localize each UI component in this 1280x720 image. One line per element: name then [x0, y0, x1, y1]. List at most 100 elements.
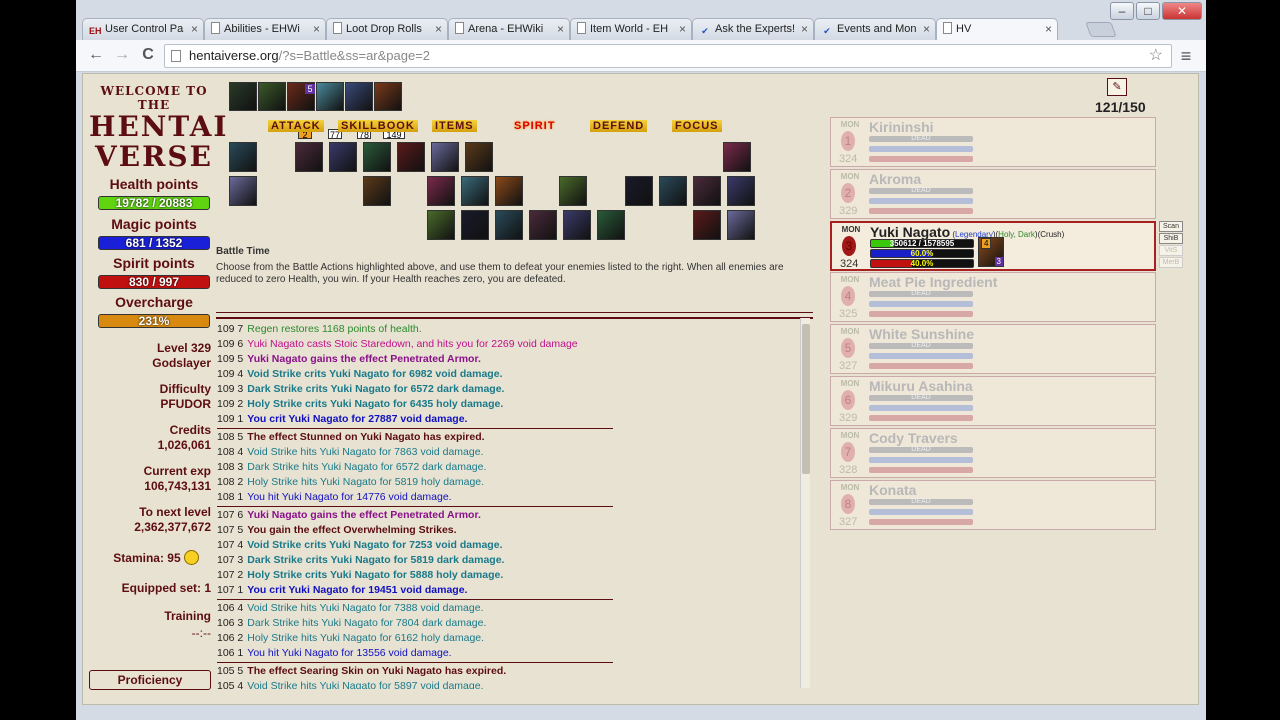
skill-icon[interactable] [461, 210, 489, 240]
monster-name-text: Mikuru Asahina [869, 378, 973, 394]
log-turn-number: 109 4 [217, 368, 244, 380]
skill-icon[interactable] [495, 210, 523, 240]
new-tab-button[interactable] [1085, 22, 1117, 37]
tab-close-icon[interactable]: × [435, 19, 442, 40]
tab-close-icon[interactable]: × [191, 19, 198, 40]
tab-close-icon[interactable]: × [557, 19, 564, 40]
tab-6[interactable]: ✔ Events and Mon × [814, 18, 936, 40]
log-scrollbar[interactable] [800, 318, 810, 688]
skill-icon[interactable] [727, 176, 755, 206]
browser-window: – □ ✕ EH User Control Pa × Abilities - EHWi… [76, 0, 1206, 720]
tab-5[interactable]: ✔ Ask the Experts! × [692, 18, 814, 40]
skill-icon[interactable] [427, 210, 455, 240]
quickbar-slot-icon[interactable] [258, 82, 286, 111]
skill-icon[interactable] [727, 210, 755, 240]
monster-action-vits-button[interactable]: VitS [1159, 245, 1183, 256]
star-icon[interactable]: ☆ [1149, 45, 1163, 67]
category-spirit[interactable]: SPIRIT [511, 120, 558, 132]
tab-close-icon[interactable]: × [801, 19, 808, 40]
monster-sp-bar [869, 311, 973, 318]
monster-dead-bar: DEAD [869, 135, 973, 142]
skill-icon[interactable] [295, 142, 323, 172]
monster-hp-bar: 350612 / 1578595 [870, 238, 974, 248]
quickbar-slot-icon[interactable] [316, 82, 344, 111]
monster-number-icon: 3 [842, 235, 856, 256]
reload-button[interactable]: C [138, 46, 158, 64]
skill-icon[interactable] [461, 176, 489, 206]
tab-2[interactable]: Loot Drop Rolls × [326, 18, 448, 40]
tab-0[interactable]: EH User Control Pa × [82, 18, 204, 40]
skill-icon[interactable] [229, 176, 257, 206]
back-button[interactable]: ← [86, 46, 106, 64]
credits-value: 1,026,061 [157, 438, 211, 452]
monster-effect-icon[interactable]: 43 [978, 236, 1004, 267]
skill-icon[interactable] [659, 176, 687, 206]
battle-time-title: Battle Time [216, 246, 270, 257]
monster-4[interactable]: MON 4 325 Meat Pie Ingredient DEAD [830, 272, 1156, 323]
address-bar[interactable]: hentaiverse.org/?s=Battle&ss=ar&page=2 ☆ [164, 44, 1172, 68]
tab-7[interactable]: HV × [936, 18, 1058, 40]
monster-action-scan-button[interactable]: Scan [1159, 221, 1183, 232]
skill-icon[interactable] [693, 176, 721, 206]
tab-4[interactable]: Item World - EH × [570, 18, 692, 40]
skill-icon[interactable] [465, 142, 493, 172]
tab-close-icon[interactable]: × [679, 19, 686, 40]
skill-icon[interactable] [495, 176, 523, 206]
skill-icon[interactable] [529, 210, 557, 240]
skill-icon[interactable] [431, 142, 459, 172]
quickbar-slot-icon[interactable] [374, 82, 402, 111]
skill-icon[interactable] [559, 176, 587, 206]
monster-tags: (Legendary)(Holy, Dark)(Crush) [950, 229, 1065, 239]
skill-icon[interactable] [723, 142, 751, 172]
skill-icon[interactable] [329, 142, 357, 172]
monster-6[interactable]: MON 6 329 Mikuru Asahina DEAD [830, 376, 1156, 426]
monster-tag: MON [840, 120, 860, 129]
monster-1[interactable]: MON 1 324 Kirininshi DEAD [830, 117, 1156, 167]
monster-action-merb-button[interactable]: MerB [1159, 257, 1183, 268]
tab-close-icon[interactable]: × [313, 19, 320, 40]
quickbar-slot-icon[interactable] [345, 82, 373, 111]
quickbar-slot-icon[interactable] [229, 82, 257, 111]
overcharge-label: Overcharge [115, 294, 193, 310]
category-skillbook[interactable]: SKILLBOOK [338, 120, 418, 132]
skill-icon[interactable] [693, 210, 721, 240]
monster-7[interactable]: MON 7 328 Cody Travers DEAD [830, 427, 1156, 478]
settings-wrench-icon[interactable]: ✎ [1107, 78, 1127, 96]
eh-favicon-icon: EH [89, 26, 102, 36]
skill-icon[interactable] [397, 142, 425, 172]
tab-close-icon[interactable]: × [1045, 19, 1052, 40]
forward-button[interactable]: → [112, 46, 132, 64]
stamina-text: Stamina: 95 [83, 550, 199, 566]
skill-icon[interactable] [229, 142, 257, 172]
log-turn-number: 109 1 [217, 413, 244, 425]
tab-label: Abilities - EHWi [224, 23, 300, 35]
log-entry: 107 1 You crit Yuki Nagato for 19451 void… [217, 583, 467, 597]
tab-1[interactable]: Abilities - EHWi × [204, 18, 326, 40]
credits-label: Credits [169, 423, 211, 437]
proficiency-button[interactable]: Proficiency [89, 670, 211, 690]
category-defend[interactable]: DEFEND [590, 120, 648, 132]
monster-3[interactable]: MON 3 324 Yuki Nagato (Legendary)(Holy, Dar… [830, 220, 1156, 271]
skill-icon[interactable] [363, 142, 391, 172]
log-entry: 107 2 Holy Strike crits Yuki Nagato for 5… [217, 568, 503, 582]
skill-icon[interactable] [363, 176, 391, 206]
category-attack[interactable]: ATTACK [268, 120, 324, 132]
skill-icon[interactable] [597, 210, 625, 240]
monster-2[interactable]: MON 2 329 Akroma DEAD [830, 168, 1156, 219]
skill-icon[interactable] [625, 176, 653, 206]
monster-8[interactable]: MON 8 327 Konata DEAD [830, 479, 1156, 530]
scrollbar-thumb[interactable] [802, 324, 810, 474]
category-items[interactable]: ITEMS [432, 120, 477, 132]
monster-action-shib-button[interactable]: ShiB [1159, 233, 1183, 244]
tab-close-icon[interactable]: × [923, 19, 930, 40]
tab-label: Loot Drop Rolls [346, 23, 422, 35]
category-focus[interactable]: FOCUS [672, 120, 722, 132]
tab-3[interactable]: Arena - EHWiki × [448, 18, 570, 40]
skill-icon[interactable] [563, 210, 591, 240]
monster-5[interactable]: MON 5 327 White Sunshine DEAD [830, 324, 1156, 375]
menu-button[interactable]: ≡ [1176, 46, 1196, 67]
log-entry: 106 4 Void Strike hits Yuki Nagato for 73… [217, 601, 484, 615]
tab-label: Arena - EHWiki [468, 23, 544, 35]
skill-icon[interactable] [427, 176, 455, 206]
monster-mp-bar [869, 301, 973, 308]
